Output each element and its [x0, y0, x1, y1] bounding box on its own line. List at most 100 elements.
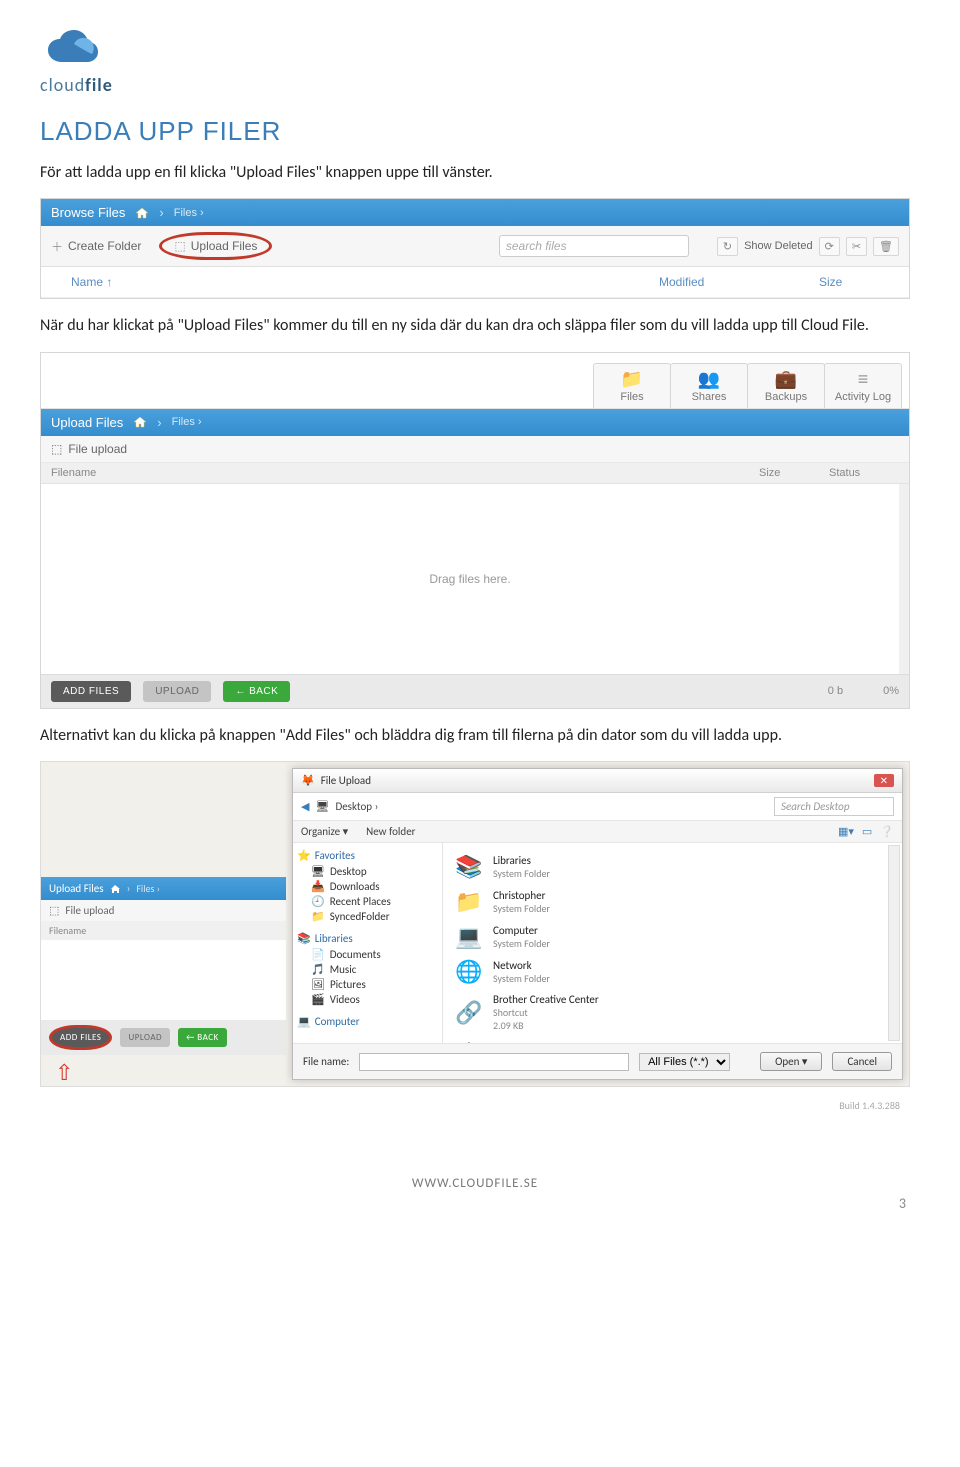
col-modified[interactable]: Modified [659, 275, 819, 289]
back-button[interactable]: ← BACK [223, 681, 290, 702]
shortcut-icon: 🔗 [453, 999, 485, 1026]
desktop-icon: 🖥 [315, 800, 329, 813]
upload-button[interactable]: UPLOAD [143, 681, 211, 702]
tab-activity-log[interactable]: ≡ Activity Log [824, 363, 902, 408]
sidebar-item-music[interactable]: 🎵Music [297, 962, 438, 977]
tab-backups[interactable]: 💼 Backups [747, 363, 825, 408]
file-item-libraries[interactable]: 📚 LibrariesSystem Folder [453, 849, 892, 884]
col-name[interactable]: Name ↑ [71, 275, 659, 289]
trash-icon[interactable]: 🗑 [873, 237, 899, 256]
sidebar-favorites[interactable]: ⭐Favorites [297, 849, 438, 862]
file-item-brother[interactable]: 🔗 Brother Creative CenterShortcut 2.09 K… [453, 989, 892, 1036]
upload-button[interactable]: UPLOAD [120, 1028, 170, 1047]
help-icon[interactable]: ❔ [880, 825, 894, 838]
add-files-button[interactable]: ADD FILES [51, 681, 131, 702]
build-text: Build 1.4.3.288 [40, 1097, 910, 1116]
organize-menu[interactable]: Organize ▾ [301, 825, 348, 838]
paragraph-3: Alternativt kan du klicka på knappen "Ad… [40, 725, 910, 747]
upload-button-bar: ADD FILES UPLOAD ← BACK 0 b 0% [41, 674, 909, 708]
paragraph-2: När du har klickat på "Upload Files" kom… [40, 315, 910, 337]
file-upload-dialog: 🦊 File Upload ✕ ◀ 🖥 Desktop › Search Des… [292, 768, 903, 1080]
people-icon: 👥 [671, 370, 747, 388]
filename-label: File name: [303, 1055, 349, 1068]
browse-titlebar: Browse Files › Files › [41, 199, 909, 226]
dialog-file-list: 📚 LibrariesSystem Folder 📁 ChristopherSy… [443, 843, 902, 1043]
upload-files-button[interactable]: ⬚ Upload Files [159, 232, 272, 260]
refresh2-icon[interactable]: ⟳ [819, 237, 840, 256]
upload-column-headers: Filename Size Status [41, 463, 909, 484]
logo: cloudfile [40, 30, 910, 96]
sidebar-computer[interactable]: 💻Computer [297, 1015, 438, 1028]
star-icon: ⭐ [297, 849, 311, 862]
col-size[interactable]: Size [819, 275, 879, 289]
path-text[interactable]: Desktop › [335, 800, 378, 813]
view-icon[interactable]: ▦▾ [838, 825, 854, 838]
user-folder-icon: 📁 [453, 888, 485, 915]
drop-area[interactable]: Drag files here. [41, 484, 909, 674]
network-icon: 🌐 [453, 958, 485, 985]
libraries-icon: 📚 [297, 932, 311, 945]
sidebar-item-synced-folder[interactable]: 📁SyncedFolder [297, 909, 438, 924]
tab-files[interactable]: 📁 Files [593, 363, 671, 408]
sidebar-item-pictures[interactable]: 🖼Pictures [297, 977, 438, 992]
dialog-search-input[interactable]: Search Desktop [774, 797, 894, 816]
open-button[interactable]: Open ▾ [760, 1052, 822, 1071]
breadcrumb[interactable]: Files › [174, 207, 204, 219]
upload-titlebar-small: Upload Files › Files › [41, 877, 286, 900]
firefox-icon: 🦊 [301, 774, 315, 787]
upload-titlebar: Upload Files › Files › [41, 409, 909, 436]
sidebar-item-documents[interactable]: 📄Documents [297, 947, 438, 962]
screenshot-browse-files: Browse Files › Files › ＋ Create Folder ⬚… [40, 198, 910, 299]
screenshot-upload-files: 📁 Files 👥 Shares 💼 Backups ≡ Activity Lo… [40, 352, 910, 709]
browse-title: Browse Files [51, 205, 125, 220]
dialog-body: ⭐Favorites 🖥Desktop 📥Downloads 🕘Recent P… [293, 843, 902, 1043]
logo-word-1: cloud [40, 74, 85, 96]
sidebar-item-desktop[interactable]: 🖥Desktop [297, 864, 438, 879]
col-filename: Filename [51, 467, 759, 479]
back-nav-icon[interactable]: ◀ [301, 800, 309, 813]
breadcrumb[interactable]: Files › [172, 416, 202, 428]
filename-input[interactable] [359, 1053, 629, 1071]
shield-icon: 🛡 [453, 1040, 485, 1043]
arrow-up-icon: ⇧ [55, 1059, 286, 1086]
dialog-title: File Upload [321, 774, 868, 787]
col-status: Status [829, 467, 899, 479]
home-icon[interactable] [133, 416, 147, 428]
breadcrumb-chevron: › [157, 415, 161, 430]
back-button[interactable]: ← BACK [178, 1028, 227, 1047]
cancel-button[interactable]: Cancel [832, 1052, 892, 1071]
file-filter-select[interactable]: All Files (*.*) [639, 1053, 730, 1071]
sidebar-item-downloads[interactable]: 📥Downloads [297, 879, 438, 894]
col-filename-small: Filename [41, 921, 286, 940]
breadcrumb-chevron: › [159, 205, 163, 220]
show-deleted-link[interactable]: Show Deleted [744, 240, 813, 252]
scrollbar[interactable] [888, 845, 900, 1041]
dialog-titlebar: 🦊 File Upload ✕ [293, 769, 902, 793]
tab-shares[interactable]: 👥 Shares [670, 363, 748, 408]
dialog-path-bar: ◀ 🖥 Desktop › Search Desktop [293, 793, 902, 821]
cut-icon[interactable]: ✂ [846, 237, 867, 256]
dialog-sidebar: ⭐Favorites 🖥Desktop 📥Downloads 🕘Recent P… [293, 843, 443, 1043]
refresh-icon[interactable]: ↻ [717, 237, 738, 256]
create-folder-button[interactable]: ＋ Create Folder [51, 238, 141, 255]
file-item-mcafee[interactable]: 🛡 McAfee Security Scan Plus [453, 1036, 892, 1043]
home-icon[interactable] [135, 207, 149, 219]
new-folder-button[interactable]: New folder [366, 825, 415, 838]
home-icon[interactable] [110, 884, 121, 894]
sidebar-libraries[interactable]: 📚Libraries [297, 932, 438, 945]
sidebar-item-recent-places[interactable]: 🕘Recent Places [297, 894, 438, 909]
add-files-button[interactable]: ADD FILES [49, 1025, 112, 1050]
close-icon[interactable]: ✕ [874, 774, 894, 787]
file-item-user[interactable]: 📁 ChristopherSystem Folder [453, 884, 892, 919]
summary-bytes: 0 b [828, 685, 843, 697]
dialog-footer: File name: All Files (*.*) Open ▾ Cancel [293, 1043, 902, 1079]
search-input[interactable]: search files [499, 235, 689, 257]
preview-icon[interactable]: ▭ [862, 825, 872, 838]
briefcase-icon: 💼 [748, 370, 824, 388]
upload-panel-left: Upload Files › Files › ⬚ File upload Fil… [41, 762, 286, 1086]
sidebar-item-videos[interactable]: 🎬Videos [297, 992, 438, 1007]
upload-icon: ⬚ [51, 442, 62, 456]
col-size: Size [759, 467, 829, 479]
file-item-network[interactable]: 🌐 NetworkSystem Folder [453, 954, 892, 989]
file-item-computer[interactable]: 💻 ComputerSystem Folder [453, 919, 892, 954]
